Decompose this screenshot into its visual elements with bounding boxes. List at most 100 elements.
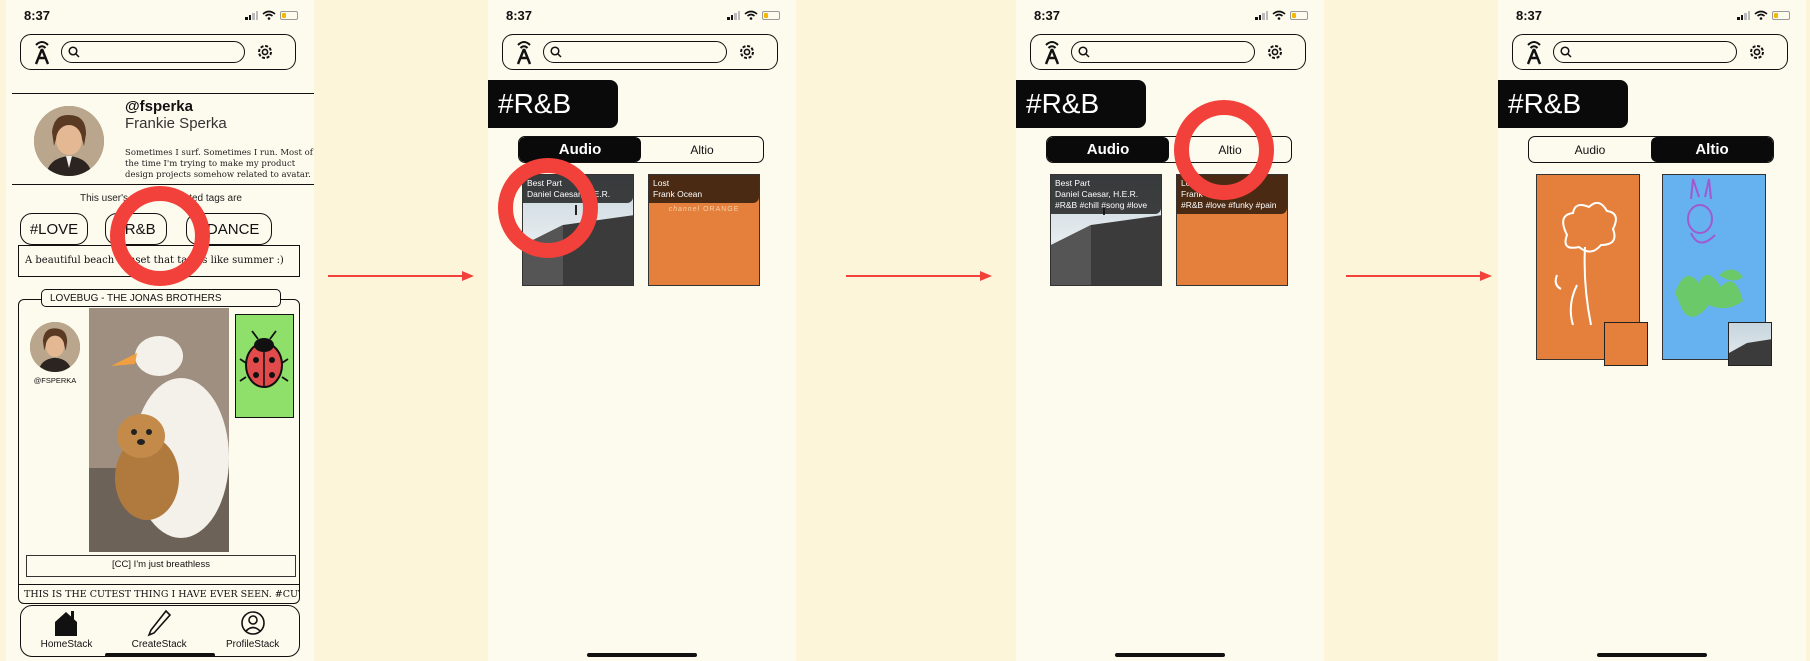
status-time: 8:37 bbox=[1034, 7, 1061, 23]
nav-home[interactable]: HomeStack bbox=[40, 609, 93, 650]
search-input[interactable] bbox=[61, 41, 245, 63]
album-tags: #R&B #love #funky #pain bbox=[1181, 200, 1277, 210]
album-lost[interactable]: channel ORANGE Lost Frank Ocean bbox=[648, 174, 760, 286]
status-icons bbox=[727, 10, 780, 20]
antenna-logo-icon[interactable] bbox=[513, 39, 535, 65]
closed-caption: [CC] I'm just breathless bbox=[26, 555, 296, 577]
status-time: 8:37 bbox=[1516, 7, 1543, 23]
wifi-icon bbox=[1272, 10, 1286, 20]
home-indicator bbox=[1115, 653, 1225, 657]
tab-audio[interactable]: Audio bbox=[1529, 137, 1651, 162]
top-bar bbox=[1030, 34, 1306, 70]
flow-arrow-icon bbox=[328, 271, 474, 281]
gear-icon[interactable] bbox=[1747, 42, 1767, 62]
flow-arrow-icon bbox=[846, 271, 992, 281]
highlight-ring bbox=[110, 186, 210, 286]
status-bar: 8:37 bbox=[6, 0, 314, 30]
wifi-icon bbox=[744, 10, 758, 20]
search-icon bbox=[1078, 46, 1090, 58]
status-time: 8:37 bbox=[24, 7, 51, 23]
signal-icon bbox=[1737, 10, 1750, 20]
hashtag-title: #R&B bbox=[1498, 80, 1628, 128]
search-icon bbox=[550, 46, 562, 58]
wifi-icon bbox=[262, 10, 276, 20]
tab-altio[interactable]: Altio bbox=[1651, 137, 1773, 162]
avatar[interactable] bbox=[34, 106, 104, 176]
album-title: Lost bbox=[653, 178, 670, 188]
album-label: Best Part Daniel Caesar, H.E.R. #R&B #chil… bbox=[1051, 175, 1161, 214]
top-bar bbox=[502, 34, 778, 70]
tab-audio[interactable]: Audio bbox=[1047, 137, 1169, 162]
mini-cover-orange[interactable] bbox=[1604, 322, 1648, 366]
mini-cover-sky[interactable] bbox=[1728, 322, 1772, 366]
home-indicator bbox=[105, 653, 215, 657]
home-indicator bbox=[1597, 653, 1707, 657]
album-artist: Frank Ocean bbox=[653, 189, 703, 199]
cover-text: channel ORANGE bbox=[668, 206, 740, 213]
ladybug-sticker[interactable] bbox=[235, 314, 294, 418]
album-title: Best Part bbox=[1055, 178, 1090, 188]
nav-home-label: HomeStack bbox=[40, 639, 93, 650]
hashtag-title: #R&B bbox=[488, 80, 618, 128]
status-icons bbox=[1737, 10, 1790, 20]
profile-name: Frankie Sperka bbox=[125, 115, 227, 132]
search-input[interactable] bbox=[543, 41, 727, 63]
search-icon bbox=[1560, 46, 1572, 58]
home-icon bbox=[55, 611, 78, 636]
battery-icon bbox=[1290, 10, 1308, 20]
post-card[interactable]: LOVEBUG - THE JONAS BROTHERS @FSPERKA [C… bbox=[18, 289, 300, 604]
battery-icon bbox=[1772, 10, 1790, 20]
album-best-part[interactable]: Best Part Daniel Caesar, H.E.R. #R&B #chil… bbox=[1050, 174, 1162, 286]
rnb-audio-screen: 8:37 #R&B Audio Altio Best Part Daniel Ca… bbox=[488, 0, 796, 661]
profile-bio: Sometimes I surf. Sometimes I run. Most … bbox=[125, 148, 313, 180]
nav-create-label: CreateStack bbox=[131, 639, 187, 650]
search-input[interactable] bbox=[1071, 41, 1255, 63]
post-avatar[interactable] bbox=[30, 322, 80, 372]
nav-profile-label: ProfileStack bbox=[225, 639, 280, 650]
bottom-nav: HomeStack CreateStack ProfileStack bbox=[20, 605, 300, 657]
profile-icon bbox=[240, 611, 265, 635]
post-description: THIS IS THE CUTEST THING I HAVE EVER SEE… bbox=[18, 584, 300, 606]
signal-icon bbox=[245, 10, 258, 20]
album-tags: #R&B #chill #song #love bbox=[1055, 200, 1148, 210]
search-icon bbox=[68, 46, 80, 58]
highlight-ring bbox=[498, 158, 598, 258]
top-bar bbox=[20, 34, 296, 70]
status-time: 8:37 bbox=[506, 7, 533, 23]
status-bar: 8:37 bbox=[1498, 0, 1806, 30]
battery-icon bbox=[280, 10, 298, 20]
status-bar: 8:37 bbox=[488, 0, 796, 30]
post-photo[interactable] bbox=[89, 308, 229, 552]
profile-handle: @fsperka bbox=[125, 98, 193, 115]
song-title[interactable]: LOVEBUG - THE JONAS BROTHERS bbox=[41, 289, 281, 307]
profile-header: @fsperka Frankie Sperka Sometimes I surf… bbox=[12, 93, 314, 185]
tab-altio[interactable]: Altio bbox=[641, 137, 763, 162]
wifi-icon bbox=[1754, 10, 1768, 20]
pencil-icon bbox=[147, 609, 172, 637]
gear-icon[interactable] bbox=[255, 42, 275, 62]
gear-icon[interactable] bbox=[1265, 42, 1285, 62]
post-handle: @FSPERKA bbox=[33, 376, 77, 385]
album-label: Lost Frank Ocean bbox=[649, 175, 759, 203]
media-tabs: Audio Altio bbox=[1528, 136, 1774, 163]
rnb-audio-tags-screen: 8:37 #R&B Audio Altio Best Part Daniel Ca… bbox=[1016, 0, 1324, 661]
antenna-logo-icon[interactable] bbox=[1041, 39, 1063, 65]
status-bar: 8:37 bbox=[1016, 0, 1324, 30]
status-icons bbox=[245, 10, 298, 20]
highlight-ring bbox=[1174, 100, 1274, 200]
hashtag-title: #R&B bbox=[1016, 80, 1146, 128]
nav-create[interactable]: CreateStack bbox=[132, 609, 187, 650]
tag-love[interactable]: #LOVE bbox=[20, 213, 88, 245]
album-artist: Daniel Caesar, H.E.R. bbox=[1055, 189, 1139, 199]
home-indicator bbox=[587, 653, 697, 657]
rnb-altio-screen: 8:37 #R&B Audio Altio bbox=[1498, 0, 1806, 661]
status-icons bbox=[1255, 10, 1308, 20]
gear-icon[interactable] bbox=[737, 42, 757, 62]
flow-arrow-icon bbox=[1346, 271, 1492, 281]
nav-profile[interactable]: ProfileStack bbox=[226, 609, 279, 650]
top-bar bbox=[1512, 34, 1788, 70]
signal-icon bbox=[727, 10, 740, 20]
search-input[interactable] bbox=[1553, 41, 1737, 63]
antenna-logo-icon[interactable] bbox=[1523, 39, 1545, 65]
antenna-logo-icon[interactable] bbox=[31, 39, 53, 65]
